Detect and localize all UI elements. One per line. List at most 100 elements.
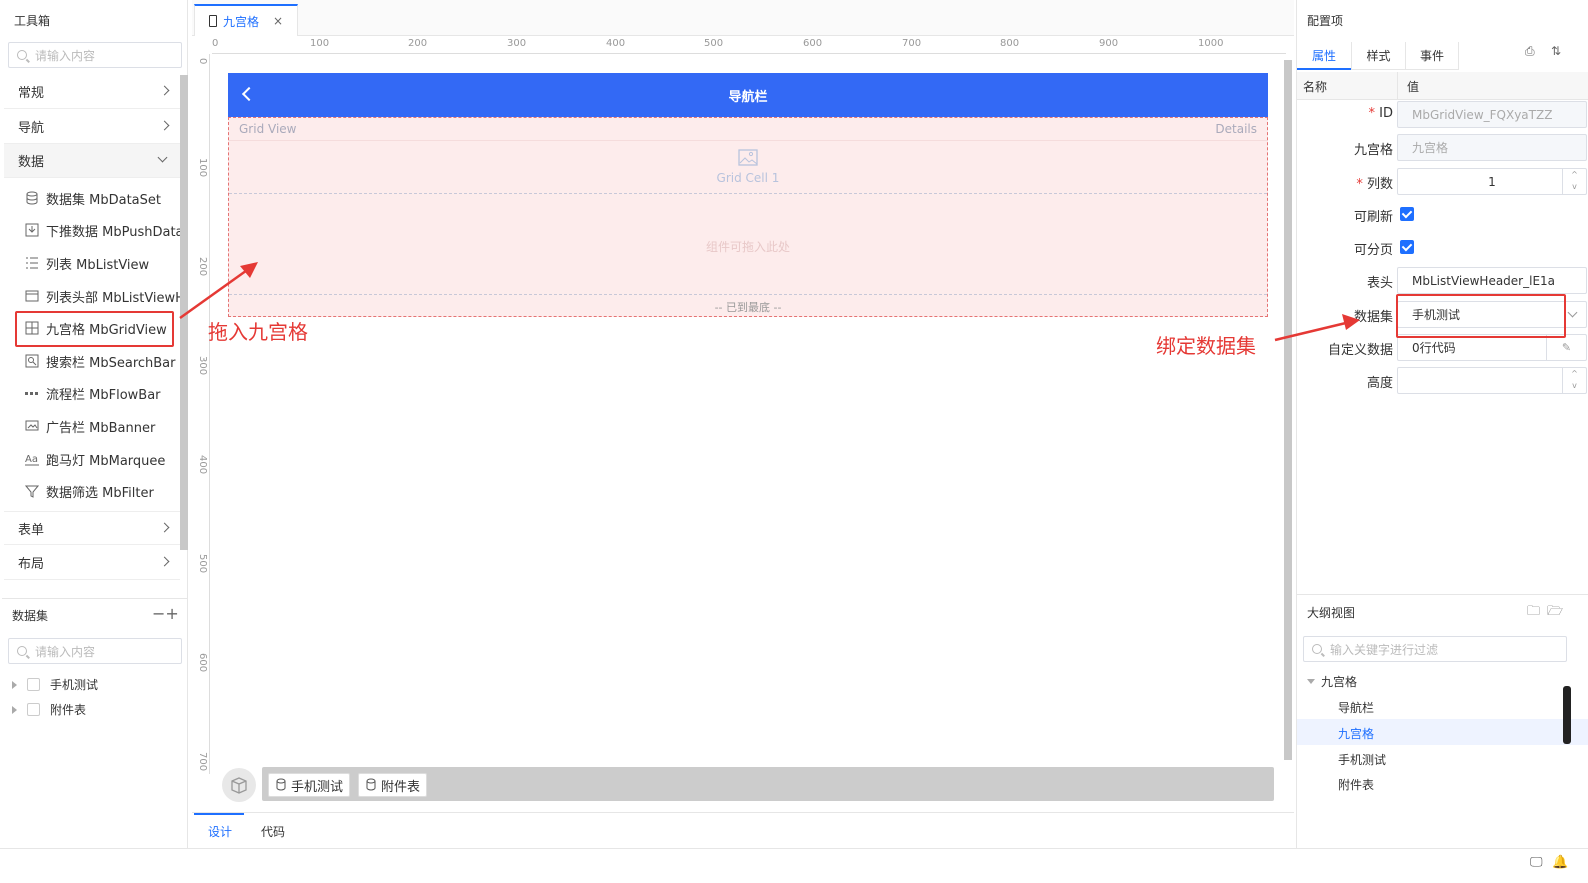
dataset-bar: 手机测试 附件表	[262, 767, 1274, 801]
dataset-chip-attachment[interactable]: 附件表	[358, 773, 428, 797]
outline-item-attachment[interactable]: 附件表	[1338, 776, 1374, 793]
export-icon[interactable]: ⎙	[1525, 44, 1535, 59]
toolbox-panel: 工具箱 请输入内容 常规 导航 数据 数据集 MbDataSet 下推数据 Mb…	[2, 0, 188, 848]
component-mblistview[interactable]: 列表 MbListView	[24, 251, 149, 275]
close-icon[interactable]: ×	[273, 14, 283, 28]
expand-icon[interactable]	[12, 680, 17, 689]
chevron-down-icon	[1567, 307, 1578, 318]
toolbox-title: 工具箱	[14, 14, 51, 28]
edit-icon[interactable]: ✎	[1546, 335, 1586, 360]
component-mbmarquee[interactable]: Aa 跑马灯 MbMarquee	[24, 447, 165, 471]
prop-row-height: 高度 ^ v	[1297, 364, 1588, 397]
chevron-down-icon	[157, 152, 168, 163]
phone-canvas[interactable]: 导航栏 Grid View Details Grid Cell 1 组件可拖入此…	[228, 73, 1268, 773]
checkbox[interactable]	[27, 703, 40, 716]
navbar-component[interactable]: 导航栏	[228, 73, 1268, 117]
collapse-add-icon[interactable]: −+	[152, 604, 179, 623]
prop-row-name: 九宫格 九宫格	[1297, 131, 1588, 164]
checkbox[interactable]	[27, 678, 40, 691]
dataset-tree-item[interactable]: 附件表	[12, 701, 86, 718]
folder-open-icon[interactable]: 🗁	[1547, 602, 1563, 624]
header-input[interactable]: MbListViewHeader_lE1a	[1397, 267, 1587, 294]
tab-design[interactable]: 设计	[208, 823, 232, 840]
header-icon	[24, 288, 40, 304]
grid-cell[interactable]: Grid Cell 1	[229, 140, 1267, 194]
side-handle[interactable]	[1563, 686, 1571, 744]
divider	[1297, 594, 1588, 595]
property-table-header: 名称 值	[1297, 72, 1588, 100]
tab-code[interactable]: 代码	[261, 823, 285, 840]
category-layout[interactable]: 布局	[4, 546, 180, 580]
outline-filter-input[interactable]: 输入关键字进行过滤	[1303, 636, 1567, 662]
tab-gridview[interactable]: 九宫格 ×	[194, 4, 298, 36]
highlight-gridview-component	[15, 311, 174, 347]
vertical-ruler: 0 100 200 300 400 500 600 700	[194, 54, 210, 774]
component-mbflowbar[interactable]: 流程栏 MbFlowBar	[24, 381, 161, 405]
prop-row-refresh: 可刷新	[1297, 198, 1588, 231]
outline-item-phone-test[interactable]: 手机测试	[1338, 751, 1386, 768]
expand-icon[interactable]	[12, 705, 17, 714]
canvas-scrollbar[interactable]	[1284, 60, 1292, 760]
caret-down-icon	[1307, 679, 1315, 684]
outline-item-navbar[interactable]: 导航栏	[1338, 699, 1374, 716]
highlight-dataset-select	[1396, 294, 1566, 338]
tab-events[interactable]: 事件	[1405, 42, 1459, 70]
tab-styles[interactable]: 样式	[1351, 42, 1405, 70]
editor-tabbar: 九宫格 ×	[192, 0, 1294, 36]
component-mbdataset[interactable]: 数据集 MbDataSet	[24, 186, 161, 210]
component-mbsearchbar[interactable]: 搜索栏 MbSearchBar	[24, 349, 176, 373]
stepper-arrows-icon[interactable]: ^ v	[1562, 368, 1586, 393]
height-stepper[interactable]: ^ v	[1397, 367, 1587, 394]
chevron-right-icon	[159, 556, 170, 567]
download-icon	[24, 222, 40, 238]
bell-icon[interactable]: 🔔	[1552, 855, 1568, 870]
config-title: 配置项	[1307, 14, 1344, 28]
component-mbbanner[interactable]: 广告栏 MbBanner	[24, 414, 155, 438]
phone-icon	[209, 15, 217, 27]
component-mblistviewheader[interactable]: 列表头部 MbListViewH	[24, 284, 185, 308]
dataset-panel-title: 数据集	[12, 609, 49, 623]
database-icon	[24, 190, 40, 206]
id-input[interactable]: MbGridView_FQXyaTZZ	[1397, 101, 1587, 128]
refresh-checkbox[interactable]	[1400, 207, 1414, 221]
gridview-component[interactable]: Grid View Details Grid Cell 1 组件可拖入此处 --…	[228, 117, 1268, 317]
prop-row-header: 表头 MbListViewHeader_lE1a	[1297, 264, 1588, 297]
list-icon	[24, 255, 40, 271]
chevron-right-icon	[159, 120, 170, 131]
dataset-tree-item[interactable]: 手机测试	[12, 676, 98, 693]
active-tab-indicator	[194, 813, 244, 815]
custom-data-input[interactable]: 0行代码 ✎	[1397, 334, 1587, 361]
box-icon[interactable]	[222, 768, 256, 802]
sort-icon[interactable]: ⇅	[1551, 44, 1561, 58]
divider	[2, 598, 188, 599]
monitor-icon[interactable]: 🖵	[1530, 855, 1543, 870]
category-general[interactable]: 常规	[4, 75, 180, 109]
database-icon	[276, 778, 286, 791]
component-mbpushdata[interactable]: 下推数据 MbPushData	[24, 218, 184, 242]
dataset-chip-phone-test[interactable]: 手机测试	[268, 773, 351, 797]
search-box-icon	[24, 353, 40, 369]
outline-root[interactable]: 九宫格	[1307, 673, 1357, 690]
paging-checkbox[interactable]	[1400, 240, 1414, 254]
toolbox-scrollbar[interactable]	[180, 75, 188, 550]
category-form[interactable]: 表单	[4, 511, 180, 545]
stepper-arrows-icon[interactable]: ^ v	[1562, 169, 1586, 194]
folder-icon[interactable]: 🗀	[1527, 602, 1540, 624]
name-input[interactable]: 九宫格	[1397, 134, 1587, 161]
grid-header: Grid View	[239, 122, 297, 136]
svg-text:Aa: Aa	[25, 454, 38, 465]
component-mbfilter[interactable]: 数据筛选 MbFilter	[24, 479, 154, 503]
category-data[interactable]: 数据	[4, 144, 180, 178]
image-icon	[738, 149, 758, 166]
outline-item-gridview[interactable]: 九宫格	[1338, 725, 1374, 742]
dataset-search-input[interactable]: 请输入内容	[8, 638, 182, 664]
toolbox-search-input[interactable]: 请输入内容	[8, 42, 182, 68]
horizontal-ruler: 0 100 200 300 400 500 600 700 800 900 10…	[212, 38, 1286, 54]
back-arrow-icon[interactable]	[241, 86, 257, 102]
tab-properties[interactable]: 属性	[1297, 42, 1351, 70]
dots-icon	[24, 385, 40, 401]
list-end-text: -- 已到最底 --	[229, 294, 1267, 316]
grid-details-link[interactable]: Details	[1215, 122, 1257, 136]
category-navigation[interactable]: 导航	[4, 110, 180, 144]
columns-stepper[interactable]: 1 ^ v	[1397, 168, 1587, 195]
